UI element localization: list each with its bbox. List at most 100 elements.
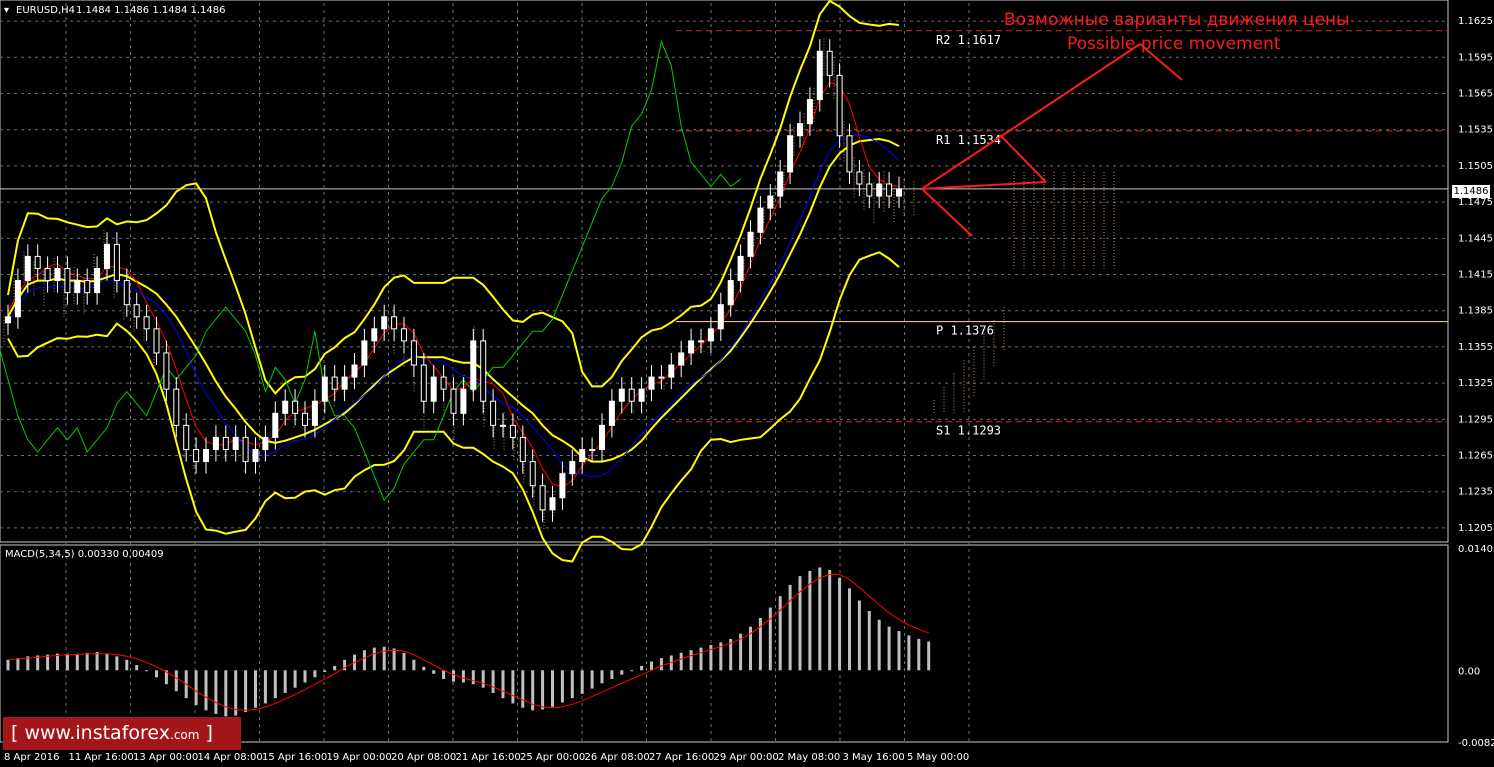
time-tick-label: 21 Apr 16:00 [456,752,521,763]
candle-body [153,328,160,354]
candle-body [717,304,724,330]
macd-bar [897,631,901,671]
macd-bar [828,570,832,671]
macd-bar [867,611,871,671]
candle-body [361,340,368,366]
macd-bar [214,670,218,714]
macd-bar [551,670,554,707]
macd-bar [323,670,327,673]
candle-body [747,231,754,257]
macd-bar [313,670,317,678]
macd-bar [65,653,69,671]
price-tick-label: 1.1625 [1458,16,1493,27]
watermark-suffix: .com [170,728,200,742]
macd-bar [46,654,50,671]
candle-body [401,328,407,342]
macd-bar [452,670,455,682]
macd-bar [135,665,139,671]
macd-bar [620,670,624,675]
candle-body [351,364,358,378]
macd-bar [174,670,178,692]
macd-bar [75,653,79,671]
macd-bar [640,665,644,671]
macd-bar [877,619,881,671]
candle-body [559,473,566,499]
macd-bar [471,670,475,685]
candle-body [123,280,130,306]
candle-body [302,412,308,426]
time-tick-label: 2 May 08:00 [778,752,840,763]
macd-bar [848,588,851,671]
candle-body [371,328,378,342]
macd-bar [818,567,822,671]
macd-bar [56,653,59,671]
time-axis: 8 Apr 2016 11 Apr 16:00 13 Apr 00:00 14 Apr… [4,752,969,763]
candle-body [34,255,41,269]
macd-bar [461,670,465,683]
candle-body [628,388,635,402]
macd-bar [659,658,663,671]
candle-body [341,376,348,390]
candle-body [608,400,615,426]
candle-body [14,280,21,318]
candle-body [668,364,675,378]
macd-bar [422,666,426,671]
candle-body [272,412,279,438]
price-tick-label: 1.1295 [1458,414,1493,425]
candle-body [658,376,665,379]
candle-body [579,448,586,463]
time-tick-label: 29 Apr 00:00 [714,752,779,763]
candle-body [896,188,902,197]
macd-bar [768,607,772,671]
candle-body [757,207,764,233]
macd-bar [541,670,545,710]
macd-tick-label: -0.00823 [1458,738,1494,749]
chart-canvas: R2 1.1617 R1 1.1534 P 1.1376 S1 1.1293 1.16… [0,0,1494,767]
candle-body [826,50,833,76]
macd-bar [372,647,376,671]
macd-bar [778,596,782,671]
chart-symbol: EURUSD,H4 [16,5,75,16]
candle-body [529,461,536,487]
macd-bar [392,648,396,671]
macd-bar [580,670,584,694]
macd-bar [600,670,604,684]
macd-bar [115,656,119,671]
macd-bar [6,659,10,671]
candle-body [846,135,853,173]
candle-body [282,400,289,414]
candle-body [460,388,467,414]
macd-bar [560,670,564,703]
candle-body [450,388,457,414]
time-tick-label: 15 Apr 16:00 [262,752,327,763]
candle-body [549,497,556,511]
macd-bar [145,670,149,672]
candle-body [5,316,11,324]
macd-bar [610,670,614,679]
candle-body [876,183,883,197]
macd-bar [125,659,129,671]
macd-bar [382,646,386,671]
price-tick-label: 1.1235 [1458,487,1493,498]
macd-bar [273,670,277,699]
candle-body [292,400,299,414]
candle-body [193,448,200,463]
macd-bar [481,670,485,688]
candle-body [44,267,51,282]
candle-body [133,304,140,318]
macd-bar [85,652,89,671]
time-tick-label: 27 Apr 16:00 [649,752,714,763]
price-tick-label: 1.1535 [1458,125,1493,136]
candle-body [381,316,388,330]
candle-body [519,436,526,463]
macd-bar [155,670,158,678]
candle-body [183,424,190,450]
candle-body [24,255,31,282]
candle-body [222,436,229,450]
instaforex-watermark: [ www.instaforex.com ] [3,717,241,750]
macd-bar [293,670,297,688]
time-tick-label: 25 Apr 00:00 [520,752,585,763]
candle-body [787,135,794,173]
macd-bar [95,651,99,671]
macd-bar [16,658,20,671]
